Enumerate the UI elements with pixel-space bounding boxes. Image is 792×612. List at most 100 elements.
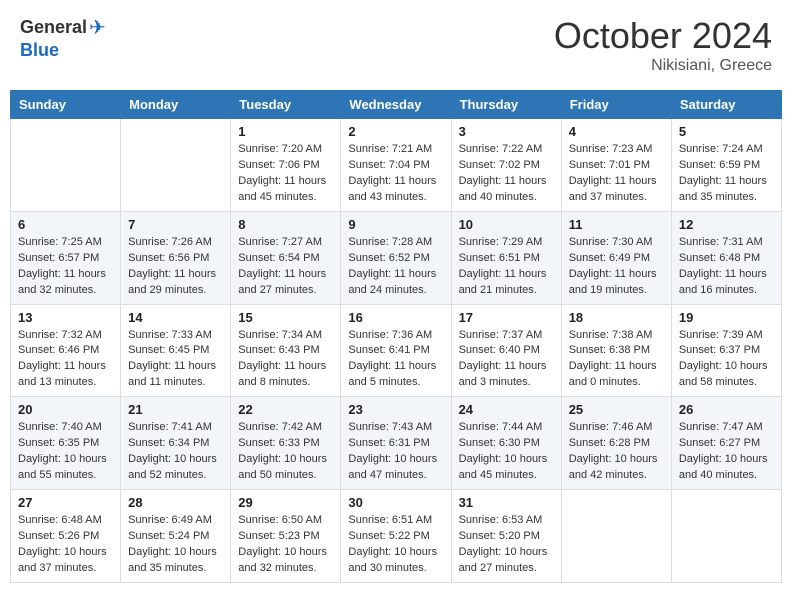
logo-general-text: General xyxy=(20,17,87,38)
day-number: 29 xyxy=(238,495,333,510)
day-info: Sunrise: 7:30 AM Sunset: 6:49 PM Dayligh… xyxy=(569,235,664,299)
calendar-cell: 31Sunrise: 6:53 AM Sunset: 5:20 PM Dayli… xyxy=(451,490,561,583)
day-info: Sunrise: 7:38 AM Sunset: 6:38 PM Dayligh… xyxy=(569,328,664,392)
calendar-cell: 26Sunrise: 7:47 AM Sunset: 6:27 PM Dayli… xyxy=(671,397,781,490)
calendar-cell: 28 Sunrise: 6:49 AM Sunset: 5:24 PM Dayli… xyxy=(121,490,231,583)
calendar-cell: 3 Sunrise: 7:22 AM Sunset: 7:02 PM Daylig… xyxy=(451,119,561,212)
day-number: 11 xyxy=(569,217,664,232)
day-info: Sunrise: 7:34 AM Sunset: 6:43 PM Dayligh… xyxy=(238,328,333,392)
day-info: Sunrise: 7:32 AM Sunset: 6:46 PM Dayligh… xyxy=(18,328,113,392)
calendar-cell: 14 Sunrise: 7:33 AM Sunset: 6:45 PM Dayli… xyxy=(121,304,231,397)
logo: General ✈ Blue xyxy=(20,15,106,61)
day-number: 2 xyxy=(348,124,443,139)
calendar-cell: 4 Sunrise: 7:23 AM Sunset: 7:01 PM Daylig… xyxy=(561,119,671,212)
calendar-cell: 25 Sunrise: 7:46 AM Sunset: 6:28 PM Dayli… xyxy=(561,397,671,490)
calendar-cell: 21Sunrise: 7:41 AM Sunset: 6:34 PM Dayli… xyxy=(121,397,231,490)
day-info: Sunrise: 7:24 AM Sunset: 6:59 PM Dayligh… xyxy=(679,142,774,206)
day-number: 19 xyxy=(679,310,774,325)
day-info: Sunrise: 7:29 AM Sunset: 6:51 PM Dayligh… xyxy=(459,235,554,299)
weekday-header: Friday xyxy=(561,91,671,119)
calendar-week-row: 20Sunrise: 7:40 AM Sunset: 6:35 PM Dayli… xyxy=(11,397,782,490)
day-info: Sunrise: 7:41 AM Sunset: 6:34 PM Dayligh… xyxy=(128,420,223,484)
day-number: 6 xyxy=(18,217,113,232)
day-number: 17 xyxy=(459,310,554,325)
calendar-cell: 27Sunrise: 6:48 AM Sunset: 5:26 PM Dayli… xyxy=(11,490,121,583)
day-number: 14 xyxy=(128,310,223,325)
day-number: 22 xyxy=(238,402,333,417)
calendar-week-row: 6 Sunrise: 7:25 AM Sunset: 6:57 PM Daylig… xyxy=(11,211,782,304)
day-info: Sunrise: 7:22 AM Sunset: 7:02 PM Dayligh… xyxy=(459,142,554,206)
day-info: Sunrise: 7:37 AM Sunset: 6:40 PM Dayligh… xyxy=(459,328,554,392)
calendar-cell xyxy=(671,490,781,583)
calendar-week-row: 1 Sunrise: 7:20 AM Sunset: 7:06 PM Daylig… xyxy=(11,119,782,212)
day-number: 10 xyxy=(459,217,554,232)
calendar-cell xyxy=(121,119,231,212)
day-number: 28 xyxy=(128,495,223,510)
calendar-cell: 5Sunrise: 7:24 AM Sunset: 6:59 PM Daylig… xyxy=(671,119,781,212)
weekday-header: Monday xyxy=(121,91,231,119)
day-info: Sunrise: 7:39 AM Sunset: 6:37 PM Dayligh… xyxy=(679,328,774,392)
weekday-header: Tuesday xyxy=(231,91,341,119)
day-number: 31 xyxy=(459,495,554,510)
calendar-cell: 13 Sunrise: 7:32 AM Sunset: 6:46 PM Dayli… xyxy=(11,304,121,397)
calendar-cell: 7 Sunrise: 7:26 AM Sunset: 6:56 PM Daylig… xyxy=(121,211,231,304)
calendar-cell: 1 Sunrise: 7:20 AM Sunset: 7:06 PM Daylig… xyxy=(231,119,341,212)
calendar-cell: 2 Sunrise: 7:21 AM Sunset: 7:04 PM Daylig… xyxy=(341,119,451,212)
calendar-cell: 9Sunrise: 7:28 AM Sunset: 6:52 PM Daylig… xyxy=(341,211,451,304)
weekday-header: Sunday xyxy=(11,91,121,119)
day-number: 26 xyxy=(679,402,774,417)
header-row: SundayMondayTuesdayWednesdayThursdayFrid… xyxy=(11,91,782,119)
day-info: Sunrise: 6:49 AM Sunset: 5:24 PM Dayligh… xyxy=(128,513,223,577)
day-info: Sunrise: 7:21 AM Sunset: 7:04 PM Dayligh… xyxy=(348,142,443,206)
weekday-header: Wednesday xyxy=(341,91,451,119)
day-info: Sunrise: 6:48 AM Sunset: 5:26 PM Dayligh… xyxy=(18,513,113,577)
day-number: 1 xyxy=(238,124,333,139)
day-info: Sunrise: 7:31 AM Sunset: 6:48 PM Dayligh… xyxy=(679,235,774,299)
weekday-header: Saturday xyxy=(671,91,781,119)
calendar-cell: 24 Sunrise: 7:44 AM Sunset: 6:30 PM Dayli… xyxy=(451,397,561,490)
day-info: Sunrise: 7:33 AM Sunset: 6:45 PM Dayligh… xyxy=(128,328,223,392)
day-number: 25 xyxy=(569,402,664,417)
day-number: 13 xyxy=(18,310,113,325)
location: Nikisiani, Greece xyxy=(554,57,772,75)
day-number: 7 xyxy=(128,217,223,232)
month-title: October 2024 xyxy=(554,15,772,57)
calendar-cell: 8Sunrise: 7:27 AM Sunset: 6:54 PM Daylig… xyxy=(231,211,341,304)
calendar-week-row: 13 Sunrise: 7:32 AM Sunset: 6:46 PM Dayli… xyxy=(11,304,782,397)
calendar-body: 1 Sunrise: 7:20 AM Sunset: 7:06 PM Daylig… xyxy=(11,119,782,583)
day-number: 4 xyxy=(569,124,664,139)
title-area: October 2024 Nikisiani, Greece xyxy=(554,15,772,75)
calendar-cell xyxy=(11,119,121,212)
day-number: 3 xyxy=(459,124,554,139)
calendar-table: SundayMondayTuesdayWednesdayThursdayFrid… xyxy=(10,90,782,583)
day-info: Sunrise: 7:20 AM Sunset: 7:06 PM Dayligh… xyxy=(238,142,333,206)
calendar-cell: 22 Sunrise: 7:42 AM Sunset: 6:33 PM Dayli… xyxy=(231,397,341,490)
day-number: 16 xyxy=(348,310,443,325)
calendar-cell: 18Sunrise: 7:38 AM Sunset: 6:38 PM Dayli… xyxy=(561,304,671,397)
weekday-header: Thursday xyxy=(451,91,561,119)
day-info: Sunrise: 7:23 AM Sunset: 7:01 PM Dayligh… xyxy=(569,142,664,206)
day-info: Sunrise: 7:25 AM Sunset: 6:57 PM Dayligh… xyxy=(18,235,113,299)
day-number: 15 xyxy=(238,310,333,325)
calendar-cell: 16Sunrise: 7:36 AM Sunset: 6:41 PM Dayli… xyxy=(341,304,451,397)
day-info: Sunrise: 7:42 AM Sunset: 6:33 PM Dayligh… xyxy=(238,420,333,484)
calendar-cell: 6 Sunrise: 7:25 AM Sunset: 6:57 PM Daylig… xyxy=(11,211,121,304)
calendar-cell: 17 Sunrise: 7:37 AM Sunset: 6:40 PM Dayli… xyxy=(451,304,561,397)
day-info: Sunrise: 7:26 AM Sunset: 6:56 PM Dayligh… xyxy=(128,235,223,299)
day-info: Sunrise: 7:40 AM Sunset: 6:35 PM Dayligh… xyxy=(18,420,113,484)
calendar-cell: 19 Sunrise: 7:39 AM Sunset: 6:37 PM Dayli… xyxy=(671,304,781,397)
day-number: 24 xyxy=(459,402,554,417)
day-info: Sunrise: 7:43 AM Sunset: 6:31 PM Dayligh… xyxy=(348,420,443,484)
calendar-cell: 11 Sunrise: 7:30 AM Sunset: 6:49 PM Dayli… xyxy=(561,211,671,304)
day-info: Sunrise: 7:46 AM Sunset: 6:28 PM Dayligh… xyxy=(569,420,664,484)
calendar-cell: 30Sunrise: 6:51 AM Sunset: 5:22 PM Dayli… xyxy=(341,490,451,583)
day-info: Sunrise: 7:44 AM Sunset: 6:30 PM Dayligh… xyxy=(459,420,554,484)
day-number: 12 xyxy=(679,217,774,232)
calendar-cell xyxy=(561,490,671,583)
calendar-header: SundayMondayTuesdayWednesdayThursdayFrid… xyxy=(11,91,782,119)
calendar-cell: 23Sunrise: 7:43 AM Sunset: 6:31 PM Dayli… xyxy=(341,397,451,490)
day-info: Sunrise: 7:28 AM Sunset: 6:52 PM Dayligh… xyxy=(348,235,443,299)
calendar-week-row: 27Sunrise: 6:48 AM Sunset: 5:26 PM Dayli… xyxy=(11,490,782,583)
calendar-cell: 29Sunrise: 6:50 AM Sunset: 5:23 PM Dayli… xyxy=(231,490,341,583)
day-number: 8 xyxy=(238,217,333,232)
